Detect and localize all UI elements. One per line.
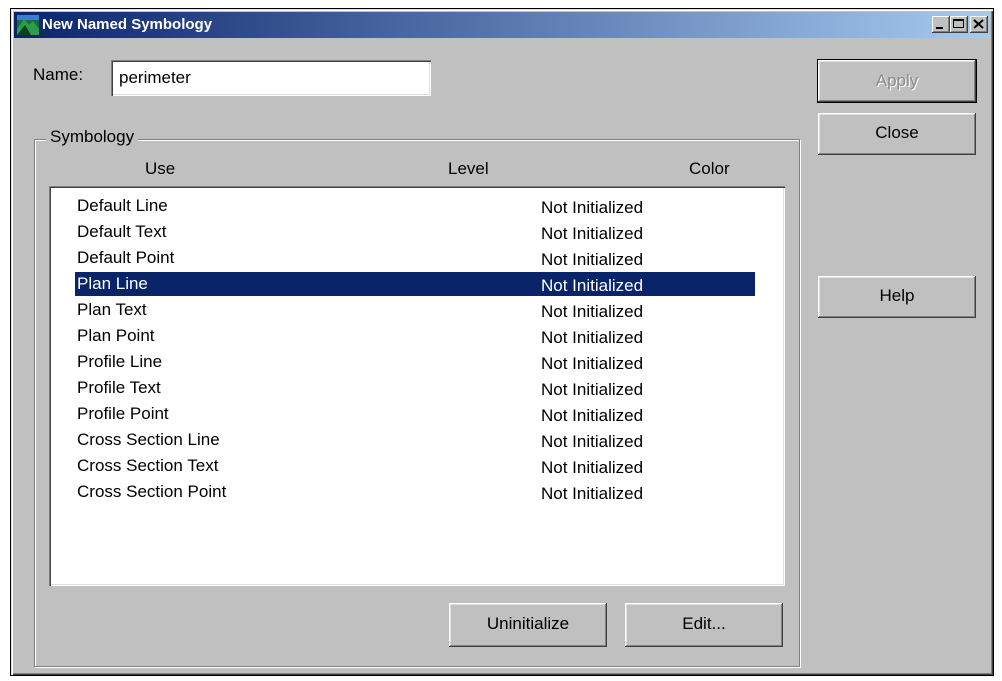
- minimize-button[interactable]: [932, 16, 950, 33]
- row-level: Not Initialized: [541, 328, 644, 347]
- row-use: Default Text: [77, 222, 167, 241]
- help-button[interactable]: Help: [818, 276, 976, 318]
- minimize-icon: [936, 27, 943, 29]
- list-item[interactable]: Profile Line Not Initialized: [75, 350, 755, 374]
- list-item[interactable]: Plan Line Not Initialized: [75, 272, 755, 296]
- row-use: Cross Section Text: [77, 456, 219, 475]
- row-level: Not Initialized: [541, 380, 644, 399]
- row-use: Cross Section Line: [77, 430, 220, 449]
- close-button[interactable]: Close: [818, 113, 976, 155]
- row-use: Plan Text: [77, 300, 147, 319]
- row-level: Not Initialized: [541, 432, 644, 451]
- list-item[interactable]: Default Line Not Initialized: [75, 194, 755, 218]
- row-level: Not Initialized: [541, 302, 644, 321]
- window-title: New Named Symbology: [42, 16, 213, 33]
- name-input[interactable]: perimeter: [111, 60, 431, 96]
- row-level: Not Initialized: [541, 458, 644, 477]
- symbology-list[interactable]: Default Line Not Initialized Default Text N…: [49, 186, 785, 586]
- maximize-button[interactable]: [950, 16, 968, 33]
- apply-button[interactable]: Apply: [817, 59, 977, 103]
- list-item[interactable]: Default Point Not Initialized: [75, 246, 755, 270]
- column-header-level: Level: [448, 159, 489, 178]
- row-use: Default Line: [77, 196, 168, 215]
- app-icon: [17, 15, 39, 35]
- row-level: Not Initialized: [541, 250, 644, 269]
- maximize-icon: [953, 19, 964, 28]
- row-use: Plan Point: [77, 326, 155, 345]
- row-level: Not Initialized: [541, 224, 644, 243]
- list-item[interactable]: Profile Point Not Initialized: [75, 402, 755, 426]
- name-label: Name:: [33, 65, 84, 84]
- edit-button[interactable]: Edit...: [625, 603, 783, 647]
- column-header-color: Color: [689, 159, 730, 178]
- row-level: Not Initialized: [541, 484, 644, 503]
- row-level: Not Initialized: [541, 276, 644, 295]
- row-level: Not Initialized: [541, 354, 644, 373]
- list-item[interactable]: Plan Text Not Initialized: [75, 298, 755, 322]
- list-item[interactable]: Cross Section Line Not Initialized: [75, 428, 755, 452]
- row-use: Profile Text: [77, 378, 161, 397]
- list-item[interactable]: Cross Section Point Not Initialized: [75, 480, 755, 504]
- row-use: Plan Line: [77, 274, 148, 293]
- column-header-use: Use: [145, 159, 176, 178]
- symbology-group-label: Symbology: [46, 127, 139, 147]
- title-bar[interactable]: New Named Symbology: [14, 12, 990, 38]
- row-use: Cross Section Point: [77, 482, 227, 501]
- list-item[interactable]: Cross Section Text Not Initialized: [75, 454, 755, 478]
- row-level: Not Initialized: [541, 198, 644, 217]
- close-window-button[interactable]: [970, 16, 988, 33]
- row-use: Default Point: [77, 248, 175, 267]
- row-use: Profile Line: [77, 352, 163, 371]
- list-item[interactable]: Profile Text Not Initialized: [75, 376, 755, 400]
- list-item[interactable]: Plan Point Not Initialized: [75, 324, 755, 348]
- list-item[interactable]: Default Text Not Initialized: [75, 220, 755, 244]
- uninitialize-button[interactable]: Uninitialize: [449, 603, 607, 647]
- row-use: Profile Point: [77, 404, 169, 423]
- row-level: Not Initialized: [541, 406, 644, 425]
- close-icon: [973, 19, 984, 29]
- dialog-window: New Named Symbology Name: perimeter Appl…: [10, 8, 994, 676]
